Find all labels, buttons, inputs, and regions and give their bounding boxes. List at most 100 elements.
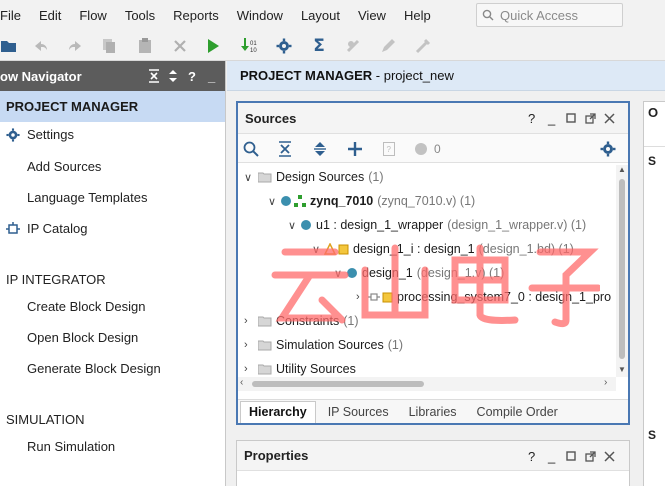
- flow-navigator-title: ow Navigator: [0, 68, 82, 84]
- close-icon[interactable]: [604, 441, 615, 471]
- menu-edit[interactable]: Edit: [33, 8, 67, 23]
- menu-window[interactable]: Window: [231, 8, 289, 23]
- expand-all-icon[interactable]: [313, 139, 327, 159]
- tree-file: (design_1_wrapper.v) (1): [447, 218, 587, 232]
- menu-tools[interactable]: Tools: [119, 8, 161, 23]
- tree-label: design_1_i : design_1: [353, 242, 475, 256]
- tree-row-simulation-sources[interactable]: › Simulation Sources (1): [244, 334, 403, 356]
- minimize-icon[interactable]: _: [208, 61, 215, 91]
- menu-layout[interactable]: Layout: [295, 8, 346, 23]
- settings-gear-icon[interactable]: [274, 36, 294, 56]
- chevron-down-icon[interactable]: ∨: [288, 219, 300, 232]
- menu-view[interactable]: View: [352, 8, 392, 23]
- main-toolbar: 01 10 Σ: [0, 30, 665, 61]
- maximize-icon[interactable]: [566, 441, 576, 471]
- fn-project-manager[interactable]: PROJECT MANAGER: [0, 91, 225, 122]
- fn-ip-catalog[interactable]: IP Catalog: [6, 221, 87, 236]
- help-icon[interactable]: ?: [528, 103, 535, 133]
- tree-row-design-sources[interactable]: ∨ Design Sources (1): [244, 166, 384, 188]
- tree-row-design-1-i[interactable]: ∨ design_1_i : design_1 (design_1.bd) (1…: [312, 238, 574, 260]
- scroll-down-icon[interactable]: ▼: [618, 365, 626, 374]
- properties-doc-icon[interactable]: ?: [383, 139, 395, 159]
- sum-icon[interactable]: Σ: [309, 36, 329, 56]
- minimize-icon[interactable]: _: [548, 441, 555, 471]
- chevron-right-icon[interactable]: ›: [244, 315, 256, 327]
- expand-all-icon[interactable]: [168, 61, 178, 91]
- debug-icon[interactable]: [343, 36, 363, 56]
- collapse-all-icon[interactable]: [278, 139, 292, 159]
- add-sources-icon[interactable]: [348, 139, 362, 159]
- fn-settings-label: Settings: [27, 127, 74, 142]
- right-pane-label: S: [648, 428, 657, 442]
- menu-file[interactable]: File: [0, 8, 27, 23]
- project-manager-title: PROJECT MANAGER - project_new: [227, 61, 665, 91]
- dot-icon: [281, 196, 291, 206]
- edit-icon[interactable]: [378, 36, 398, 56]
- run-icon[interactable]: [203, 36, 223, 56]
- search-icon[interactable]: [243, 139, 259, 159]
- tab-ip-sources[interactable]: IP Sources: [320, 401, 397, 423]
- menu-reports[interactable]: Reports: [167, 8, 225, 23]
- delete-icon[interactable]: [170, 36, 190, 56]
- program-download-icon[interactable]: 01 10: [238, 36, 258, 56]
- tree-row-utility-sources[interactable]: › Utility Sources: [244, 358, 356, 377]
- tree-row-constraints[interactable]: › Constraints (1): [244, 310, 359, 332]
- scroll-thumb[interactable]: [619, 179, 625, 359]
- paste-icon[interactable]: [135, 36, 155, 56]
- tree-row-ps7[interactable]: › processing_system7_0 : design_1_pro: [356, 286, 611, 308]
- chevron-down-icon[interactable]: ∨: [334, 267, 346, 280]
- undo-icon[interactable]: [31, 36, 51, 56]
- copy-icon[interactable]: [99, 36, 119, 56]
- fn-add-sources[interactable]: Add Sources: [27, 159, 101, 174]
- vertical-scrollbar[interactable]: ▲ ▼: [616, 165, 628, 377]
- help-icon[interactable]: ?: [528, 441, 535, 471]
- tab-compile-order[interactable]: Compile Order: [469, 401, 566, 423]
- fn-create-block-design[interactable]: Create Block Design: [27, 299, 146, 314]
- fn-language-templates[interactable]: Language Templates: [27, 190, 147, 205]
- sources-pane: Sources ? _ ? 0 ∨ Design Sources (1) ∨ z…: [236, 101, 630, 425]
- settings-gear-icon[interactable]: [600, 139, 616, 159]
- scroll-left-icon[interactable]: ‹: [240, 377, 243, 388]
- tree-row-top[interactable]: ∨ zynq_7010 (zynq_7010.v) (1): [268, 190, 475, 212]
- tab-hierarchy[interactable]: Hierarchy: [240, 400, 316, 423]
- chevron-down-icon[interactable]: ∨: [312, 243, 324, 256]
- open-folder-icon[interactable]: [0, 36, 20, 56]
- fn-section-ip-integrator[interactable]: IP INTEGRATOR: [6, 272, 106, 287]
- quick-access-placeholder: Quick Access: [500, 7, 579, 23]
- scroll-thumb[interactable]: [252, 381, 424, 387]
- fn-run-simulation[interactable]: Run Simulation: [27, 439, 115, 454]
- fn-generate-block-design[interactable]: Generate Block Design: [27, 361, 161, 376]
- chevron-right-icon[interactable]: ›: [356, 291, 368, 303]
- menu-help[interactable]: Help: [398, 8, 437, 23]
- fn-open-block-design[interactable]: Open Block Design: [27, 330, 138, 345]
- quick-access-search[interactable]: Quick Access: [476, 3, 623, 27]
- chevron-down-icon[interactable]: ∨: [268, 195, 280, 208]
- scroll-right-icon[interactable]: ›: [604, 377, 607, 388]
- float-icon[interactable]: [585, 441, 596, 471]
- tree-row-u1[interactable]: ∨ u1 : design_1_wrapper (design_1_wrappe…: [288, 214, 586, 236]
- status-count: 0: [434, 142, 441, 156]
- collapse-all-icon[interactable]: [148, 61, 160, 91]
- help-icon[interactable]: ?: [188, 61, 196, 91]
- redo-icon[interactable]: [65, 36, 85, 56]
- sources-title: Sources: [245, 110, 297, 126]
- tools-icon[interactable]: [413, 36, 433, 56]
- tree-row-design-1[interactable]: ∨ design_1 (design_1.v) (1): [334, 262, 504, 284]
- menu-flow[interactable]: Flow: [73, 8, 112, 23]
- tree-count: (1): [368, 170, 384, 184]
- folder-icon: [258, 364, 272, 375]
- horizontal-scrollbar[interactable]: ‹ ›: [238, 377, 616, 391]
- chevron-right-icon[interactable]: ›: [244, 339, 256, 351]
- tree-label: design_1: [362, 266, 413, 280]
- scroll-up-icon[interactable]: ▲: [618, 165, 626, 174]
- main-area: PROJECT MANAGER - project_new Sources ? …: [227, 61, 665, 486]
- maximize-icon[interactable]: [566, 103, 576, 133]
- chevron-right-icon[interactable]: ›: [244, 363, 256, 375]
- close-icon[interactable]: [604, 103, 615, 133]
- fn-section-simulation[interactable]: SIMULATION: [6, 412, 85, 427]
- chevron-down-icon[interactable]: ∨: [244, 171, 256, 184]
- minimize-icon[interactable]: _: [548, 103, 555, 133]
- float-icon[interactable]: [585, 103, 596, 133]
- fn-settings[interactable]: Settings: [6, 127, 74, 142]
- tab-libraries[interactable]: Libraries: [401, 401, 465, 423]
